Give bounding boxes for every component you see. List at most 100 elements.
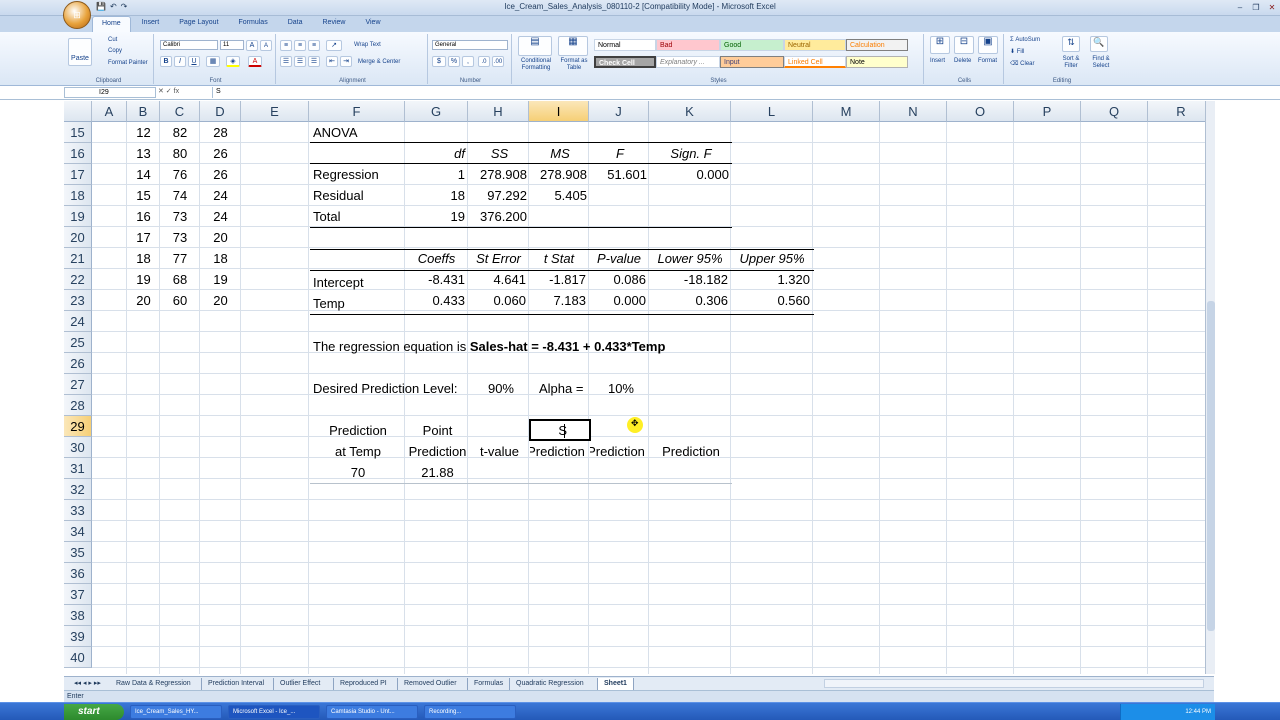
- cut-button[interactable]: Cut: [108, 37, 117, 43]
- borders-icon[interactable]: ▦: [206, 56, 220, 67]
- pred-header-i30[interactable]: Prediction: [530, 441, 590, 462]
- find-select-button[interactable]: Find & Select: [1086, 56, 1116, 70]
- spreadsheet-grid[interactable]: ABCDEFGHIJKLMNOPQR 15 16 17 18 19 20 21 22 23 24 2…: [64, 101, 1205, 674]
- data-cell[interactable]: 14: [127, 164, 160, 185]
- row-header-18[interactable]: 18: [64, 185, 92, 206]
- pred-header-at-temp[interactable]: at Temp: [310, 441, 406, 462]
- data-cell[interactable]: 17: [127, 227, 160, 248]
- sheet-tab[interactable]: Outlier Effect: [274, 678, 334, 690]
- pred-header-t-value[interactable]: t-value: [469, 441, 530, 462]
- data-cell[interactable]: 60: [160, 290, 200, 311]
- style-neutral[interactable]: Neutral: [784, 39, 846, 51]
- coeffs-value[interactable]: 0.433: [405, 290, 468, 311]
- start-button[interactable]: start: [64, 704, 124, 720]
- tab-home[interactable]: Home: [92, 16, 131, 32]
- row-header-19[interactable]: 19: [64, 206, 92, 227]
- column-header-l[interactable]: L: [731, 101, 813, 122]
- sort-filter-icon[interactable]: ⇅: [1062, 36, 1080, 52]
- alpha-label[interactable]: Alpha =: [539, 378, 583, 399]
- format-cells-button[interactable]: Format: [978, 58, 997, 64]
- conditional-formatting-button[interactable]: Conditional Formatting: [516, 58, 556, 72]
- data-cell[interactable]: 20: [200, 290, 241, 311]
- coeffs-value[interactable]: -18.182: [649, 269, 731, 290]
- data-cell[interactable]: 80: [160, 143, 200, 164]
- format-cells-icon[interactable]: ▣: [978, 36, 998, 54]
- column-header-g[interactable]: G: [405, 101, 468, 122]
- delete-cells-button[interactable]: Delete: [954, 58, 971, 64]
- data-cell[interactable]: 82: [160, 122, 200, 143]
- coeffs-header[interactable]: St Error: [468, 248, 529, 269]
- merge-center-button[interactable]: Merge & Center: [358, 59, 400, 65]
- coeffs-value[interactable]: 4.641: [468, 269, 529, 290]
- percent-button[interactable]: %: [448, 56, 460, 67]
- data-cell[interactable]: 18: [200, 248, 241, 269]
- align-middle-icon[interactable]: ≡: [294, 40, 306, 51]
- anova-regression-f[interactable]: 51.601: [590, 164, 650, 185]
- anova-header-f[interactable]: F: [590, 143, 650, 164]
- row-header-25[interactable]: 25: [64, 332, 92, 353]
- fx-icon[interactable]: ✕ ✓ fx: [158, 87, 208, 98]
- anova-header-ms[interactable]: MS: [530, 143, 590, 164]
- column-header-m[interactable]: M: [813, 101, 880, 122]
- task-recording[interactable]: Recording...: [424, 705, 516, 719]
- name-box[interactable]: I29: [64, 87, 156, 98]
- align-right-icon[interactable]: ☰: [308, 56, 320, 67]
- regression-equation[interactable]: The regression equation is Sales-hat = -…: [313, 336, 665, 357]
- italic-button[interactable]: I: [174, 56, 186, 67]
- column-header-d[interactable]: D: [200, 101, 241, 122]
- data-cell[interactable]: 68: [160, 269, 200, 290]
- style-note[interactable]: Note: [846, 56, 908, 68]
- style-explanatory[interactable]: Explanatory ...: [656, 56, 720, 68]
- redo-icon[interactable]: ↷: [121, 2, 128, 14]
- coeffs-value[interactable]: 7.183: [529, 290, 589, 311]
- decrease-decimal-icon[interactable]: .00: [492, 56, 504, 67]
- tab-formulas[interactable]: Formulas: [230, 16, 277, 32]
- wrap-text-button[interactable]: Wrap Text: [354, 42, 381, 48]
- vertical-scrollbar[interactable]: [1205, 101, 1215, 674]
- anova-header-ss[interactable]: SS: [469, 143, 530, 164]
- sheet-tab[interactable]: Reproduced PI: [334, 678, 398, 690]
- style-bad[interactable]: Bad: [656, 39, 720, 51]
- font-name-combo[interactable]: Calibri: [160, 40, 218, 50]
- anova-header-sig[interactable]: Sign. F: [650, 143, 732, 164]
- column-header-c[interactable]: C: [160, 101, 200, 122]
- row-header-23[interactable]: 23: [64, 290, 92, 311]
- pred-header-point-prediction[interactable]: Prediction: [406, 441, 469, 462]
- sheet-tab[interactable]: Sheet1: [598, 678, 634, 690]
- increase-indent-icon[interactable]: ⇥: [340, 56, 352, 67]
- restore-button[interactable]: ❐: [1248, 2, 1264, 13]
- comma-button[interactable]: ,: [462, 56, 474, 67]
- anova-residual-ss[interactable]: 97.292: [469, 185, 530, 206]
- coeffs-header[interactable]: P-value: [589, 248, 649, 269]
- row-header-37[interactable]: 37: [64, 584, 92, 605]
- column-header-j[interactable]: J: [589, 101, 649, 122]
- horizontal-scrollbar[interactable]: [824, 679, 1204, 688]
- clear-button[interactable]: ⌫ Clear: [1010, 60, 1035, 67]
- data-cell[interactable]: 76: [160, 164, 200, 185]
- sheet-tab[interactable]: Removed Outlier: [398, 678, 468, 690]
- row-header-36[interactable]: 36: [64, 563, 92, 584]
- select-all-corner[interactable]: [64, 101, 92, 122]
- formula-input[interactable]: S: [212, 87, 1202, 98]
- column-header-f[interactable]: F: [309, 101, 405, 122]
- coeffs-header[interactable]: Coeffs: [405, 248, 468, 269]
- row-header-35[interactable]: 35: [64, 542, 92, 563]
- fill-button[interactable]: ⬇ Fill: [1010, 48, 1024, 55]
- data-cell[interactable]: 13: [127, 143, 160, 164]
- row-header-26[interactable]: 26: [64, 353, 92, 374]
- sheet-tab[interactable]: Prediction Interval: [202, 678, 274, 690]
- style-calculation[interactable]: Calculation: [846, 39, 908, 51]
- delete-cells-icon[interactable]: ⊟: [954, 36, 974, 54]
- align-center-icon[interactable]: ☰: [294, 56, 306, 67]
- row-header-31[interactable]: 31: [64, 458, 92, 479]
- data-cell[interactable]: 19: [127, 269, 160, 290]
- anova-regression-ss[interactable]: 278.908: [469, 164, 530, 185]
- task-camtasia[interactable]: Camtasia Studio - Unt...: [326, 705, 418, 719]
- autosum-button[interactable]: Σ AutoSum: [1010, 37, 1040, 43]
- anova-regression-ms[interactable]: 278.908: [530, 164, 590, 185]
- pred-header-point[interactable]: Point: [406, 420, 469, 441]
- pred-header-j30[interactable]: Prediction: [590, 441, 650, 462]
- coeffs-value[interactable]: 0.060: [468, 290, 529, 311]
- data-cell[interactable]: 74: [160, 185, 200, 206]
- coeffs-value[interactable]: 0.560: [731, 290, 813, 311]
